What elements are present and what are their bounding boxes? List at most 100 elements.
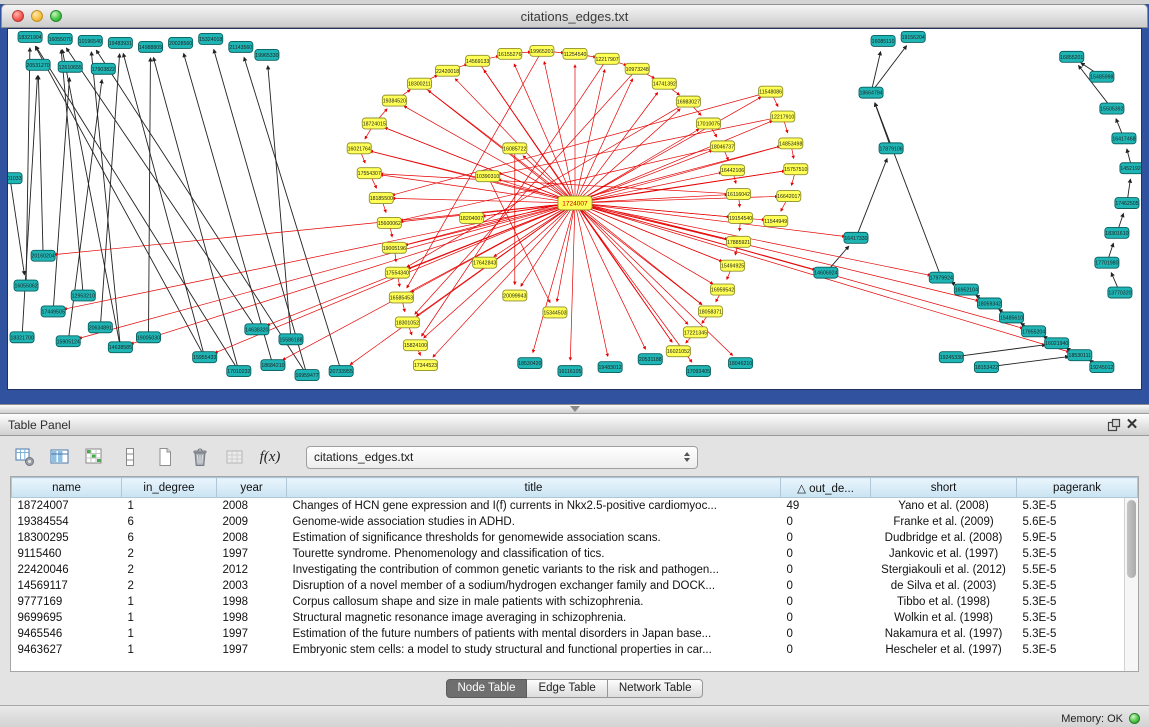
- graph-node[interactable]: 21143560: [229, 41, 253, 52]
- column-header[interactable]: name: [12, 478, 122, 498]
- graph-node[interactable]: 16055070: [48, 33, 72, 44]
- zoom-window-icon[interactable]: [50, 10, 62, 22]
- graph-edge[interactable]: [26, 48, 30, 286]
- graph-node[interactable]: 17093405: [686, 366, 710, 377]
- graph-node[interactable]: 17221345: [683, 327, 707, 338]
- graph-edge[interactable]: [148, 58, 150, 337]
- graph-node[interactable]: 17955204: [1022, 326, 1046, 337]
- graph-node[interactable]: 16085722: [503, 143, 527, 154]
- float-panel-icon[interactable]: [1105, 416, 1123, 434]
- table-cell[interactable]: 2: [122, 562, 217, 578]
- table-cell[interactable]: 22420046: [12, 562, 122, 578]
- graph-node[interactable]: 16417468: [1112, 133, 1136, 144]
- graph-node[interactable]: 17010075: [696, 118, 720, 129]
- table-cell[interactable]: Hescheler et al. (1997): [871, 642, 1017, 658]
- table-cell[interactable]: 5.9E-5: [1017, 530, 1138, 546]
- table-cell[interactable]: 2012: [217, 562, 287, 578]
- table-row[interactable]: 1830029562008Estimation of significance …: [12, 530, 1138, 546]
- table-cell[interactable]: 2008: [217, 530, 287, 546]
- graph-node[interactable]: 18321700: [10, 332, 34, 343]
- column-header[interactable]: year: [217, 478, 287, 498]
- graph-node[interactable]: 16983027: [676, 96, 700, 107]
- graph-node[interactable]: 15344503: [543, 307, 567, 318]
- graph-node[interactable]: 16952104: [954, 284, 978, 295]
- table-cell[interactable]: 1997: [217, 546, 287, 562]
- graph-node[interactable]: 14853498: [779, 138, 803, 149]
- graph-node[interactable]: 14638320: [245, 324, 269, 335]
- table-cell[interactable]: Estimation of significance thresholds fo…: [287, 530, 781, 546]
- table-cell[interactable]: 1: [122, 594, 217, 610]
- graph-edge[interactable]: [575, 203, 688, 324]
- graph-edge[interactable]: [575, 203, 845, 236]
- graph-node[interactable]: 17642843: [473, 257, 497, 268]
- graph-node[interactable]: 12610655: [58, 61, 82, 72]
- table-row[interactable]: 1938455462009Genome-wide association stu…: [12, 514, 1138, 530]
- table-cell[interactable]: 9699695: [12, 610, 122, 626]
- graph-hub-node[interactable]: 1724007: [558, 196, 592, 210]
- graph-edge[interactable]: [575, 203, 646, 349]
- table-cell[interactable]: 5.3E-5: [1017, 626, 1138, 642]
- graph-node[interactable]: 16442106: [721, 165, 745, 176]
- table-cell[interactable]: 6: [122, 514, 217, 530]
- network-canvas[interactable]: 1724007160217641755430718185500156000621…: [7, 28, 1142, 390]
- graph-node[interactable]: 15485998: [1090, 71, 1114, 82]
- graph-node[interactable]: 18153422: [974, 362, 998, 373]
- table-row[interactable]: 1872400712008Changes of HCN gene express…: [12, 498, 1138, 514]
- graph-edge[interactable]: [404, 106, 575, 203]
- graph-node[interactable]: 14638585: [108, 342, 132, 353]
- table-cell[interactable]: 0: [781, 626, 871, 642]
- graph-node[interactable]: 18664794: [859, 87, 883, 98]
- column-header[interactable]: pagerank: [1017, 478, 1138, 498]
- table-cell[interactable]: Genome-wide association studies in ADHD.: [287, 514, 781, 530]
- graph-node[interactable]: 17879106: [879, 143, 903, 154]
- graph-node[interactable]: 12217907: [595, 53, 619, 64]
- graph-node[interactable]: 12953210: [71, 290, 95, 301]
- graph-node[interactable]: 14606924: [814, 267, 838, 278]
- graph-node[interactable]: 22420018: [436, 65, 460, 76]
- table-selector[interactable]: citations_edges.txt: [306, 446, 698, 469]
- graph-edge[interactable]: [370, 151, 575, 203]
- graph-edge[interactable]: [385, 128, 575, 203]
- network-graph[interactable]: 1724007160217641755430718185500156000621…: [8, 29, 1141, 389]
- graph-node[interactable]: 12101033: [8, 173, 22, 184]
- graph-node[interactable]: 16055062: [14, 280, 38, 291]
- table-cell[interactable]: 5.5E-5: [1017, 562, 1138, 578]
- row-options-button[interactable]: [117, 445, 143, 469]
- table-row[interactable]: 946362711997Embryonic stem cells: a mode…: [12, 642, 1138, 658]
- table-cell[interactable]: 18300295: [12, 530, 122, 546]
- table-cell[interactable]: 0: [781, 610, 871, 626]
- table-row[interactable]: 1456911722003Disruption of a novel membe…: [12, 578, 1138, 594]
- table-cell[interactable]: 9463627: [12, 642, 122, 658]
- table-cell[interactable]: 1998: [217, 610, 287, 626]
- graph-node[interactable]: 15485610: [1000, 312, 1024, 323]
- graph-node[interactable]: 10196540: [78, 35, 102, 46]
- graph-edge[interactable]: [428, 90, 575, 203]
- graph-edge[interactable]: [66, 48, 257, 329]
- graph-node[interactable]: 13770320: [1108, 287, 1132, 298]
- graph-edge[interactable]: [575, 203, 713, 284]
- graph-node[interactable]: 15600062: [377, 217, 401, 228]
- graph-node[interactable]: 18301052: [395, 317, 419, 328]
- graph-node[interactable]: 16021940: [1045, 338, 1069, 349]
- graph-node[interactable]: 16959477: [295, 370, 319, 381]
- graph-node[interactable]: 18046737: [710, 141, 734, 152]
- table-cell[interactable]: 1: [122, 498, 217, 514]
- function-builder-button[interactable]: f(x): [257, 445, 283, 469]
- table-cell[interactable]: 6: [122, 530, 217, 546]
- table-cell[interactable]: Embryonic stem cells: a model to study s…: [287, 642, 781, 658]
- table-cell[interactable]: Tourette syndrome. Phenomenology and cla…: [287, 546, 781, 562]
- graph-node[interactable]: 19483012: [598, 362, 622, 373]
- table-cell[interactable]: 5.6E-5: [1017, 514, 1138, 530]
- column-header[interactable]: short: [871, 478, 1017, 498]
- delete-column-button[interactable]: [187, 445, 213, 469]
- graph-node[interactable]: 16085110: [871, 35, 895, 46]
- table-cell[interactable]: Changes of HCN gene expression and I(f) …: [287, 498, 781, 514]
- table-row[interactable]: 2242004622012Investigating the contribut…: [12, 562, 1138, 578]
- graph-node[interactable]: 19245330: [939, 352, 963, 363]
- graph-edge[interactable]: [79, 203, 575, 338]
- graph-edge[interactable]: [575, 203, 733, 355]
- graph-node[interactable]: 18059342: [977, 298, 1001, 309]
- graph-node[interactable]: 10973248: [625, 63, 649, 74]
- table-cell[interactable]: Investigating the contribution of common…: [287, 562, 781, 578]
- graph-node[interactable]: 17701980: [1095, 257, 1119, 268]
